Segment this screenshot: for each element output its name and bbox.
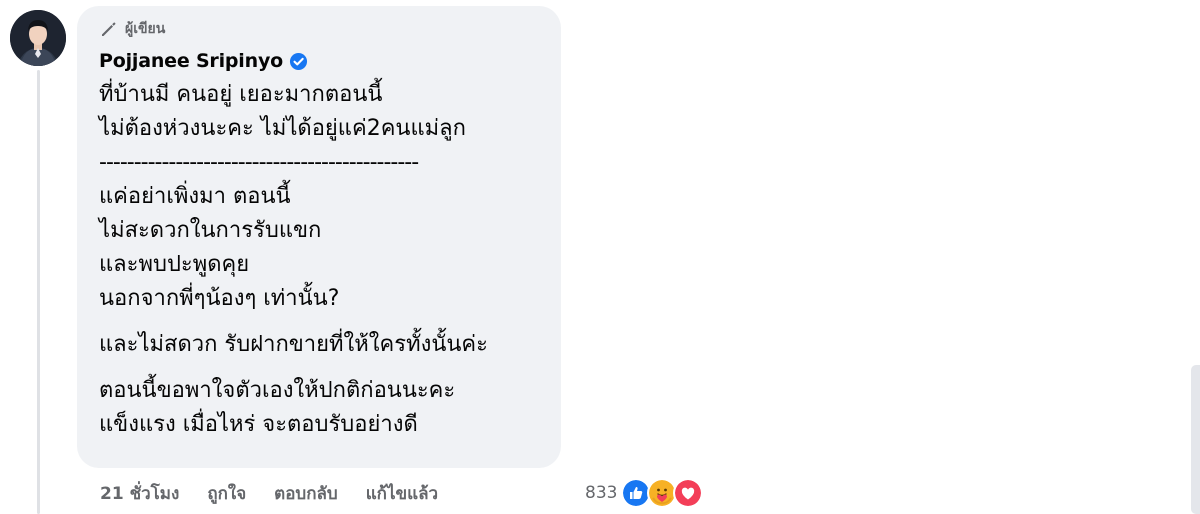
scrollbar[interactable] xyxy=(1191,365,1200,514)
comment-line: และพบปะพูดคุย xyxy=(99,252,250,277)
comment-line: และไม่สดวก รับฝากขายที่ให้ใครทั้งนั้นค่ะ xyxy=(99,332,488,357)
comment-line: ไม่สะดวกในการรับแขก xyxy=(99,218,322,243)
author-row: Pojjanee Sripinyo xyxy=(99,48,561,74)
comment-line: แค่อย่าเพิ่งมา ตอนนี้ xyxy=(99,184,291,209)
avatar-photo xyxy=(10,10,66,66)
comment-thread: ผู้เขียน Pojjanee Sripinyo ที่บ้านมี คนอ… xyxy=(0,0,1200,514)
comment-actions: 21 ชั่วโมง ถูกใจ ตอบกลับ แก้ไขแล้ว xyxy=(100,478,438,508)
reaction-icons xyxy=(621,478,704,508)
love-icon xyxy=(673,478,704,508)
author-name[interactable]: Pojjanee Sripinyo xyxy=(99,50,283,72)
comment-line: ไม่ต้องห่วงนะคะ ไม่ได้อยู่แค่2คนแม่ลูก xyxy=(99,116,466,141)
reaction-count: 833 xyxy=(585,483,618,503)
comment-bubble: ผู้เขียน Pojjanee Sripinyo ที่บ้านมี คนอ… xyxy=(77,6,561,468)
comment-line: ที่บ้านมี คนอยู่ เยอะมากตอนนี้ xyxy=(99,82,383,107)
edited-label[interactable]: แก้ไขแล้ว xyxy=(366,480,438,507)
verified-badge-icon xyxy=(289,52,308,71)
avatar[interactable] xyxy=(10,10,66,66)
thread-line xyxy=(37,70,40,514)
comment-divider: ----------------------------------------… xyxy=(99,150,419,175)
comment-line: แข็งแรง เมื่อไหร่ จะตอบรับอย่างดี xyxy=(99,412,418,437)
author-badge: ผู้เขียน xyxy=(99,18,561,40)
comment-timestamp[interactable]: 21 ชั่วโมง xyxy=(100,480,179,507)
comment-line: นอกจากพี่ๆน้องๆ เท่านั้น? xyxy=(99,286,340,311)
like-button[interactable]: ถูกใจ xyxy=(207,480,246,507)
reply-button[interactable]: ตอบกลับ xyxy=(274,480,338,507)
pencil-icon xyxy=(102,22,116,36)
comment-text: ที่บ้านมี คนอยู่ เยอะมากตอนนี้ ไม่ต้องห่… xyxy=(99,78,561,442)
reaction-summary[interactable]: 833 xyxy=(585,478,704,508)
comment-line: ตอนนี้ขอพาใจตัวเองให้ปกติก่อนนะคะ xyxy=(99,378,456,403)
author-badge-label: ผู้เขียน xyxy=(125,21,166,37)
